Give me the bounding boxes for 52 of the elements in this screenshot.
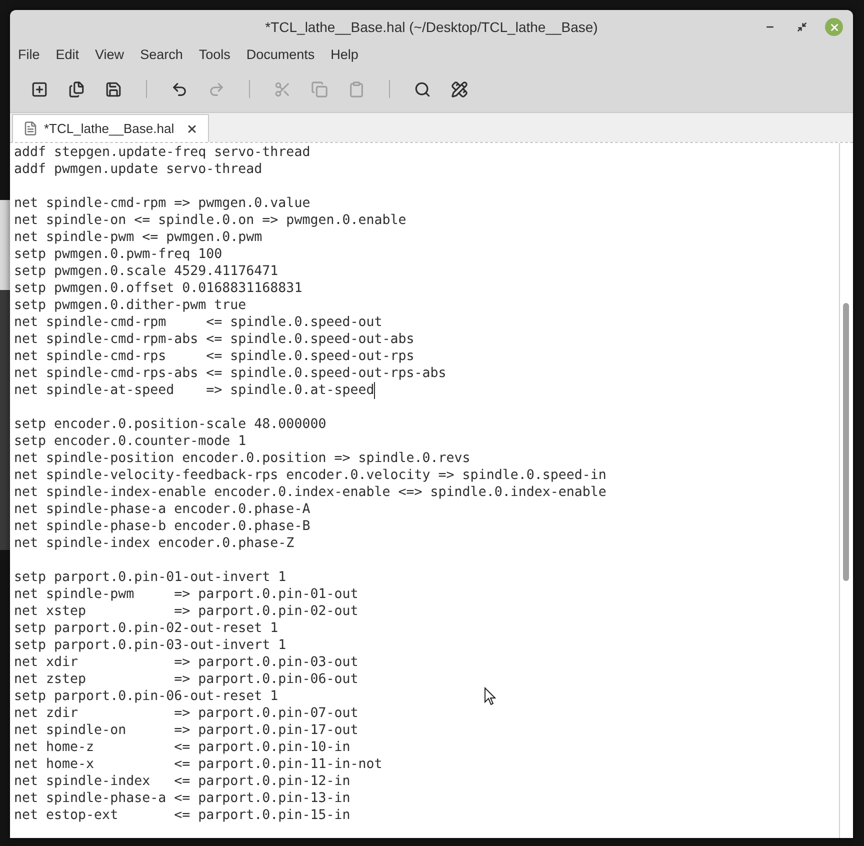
- code-line: setp pwmgen.0.offset 0.0168831168831: [14, 280, 302, 297]
- code-line: net spindle-index <= parport.0.pin-12-in: [14, 773, 350, 790]
- code-line: addf pwmgen.update servo-thread: [14, 161, 262, 178]
- code-line: net xdir => parport.0.pin-03-out: [14, 654, 358, 671]
- menu-item[interactable]: Tools: [194, 44, 234, 66]
- code-line: setp pwmgen.0.scale 4529.41176471: [14, 263, 278, 280]
- code-line: net spindle-on <= spindle.0.on => pwmgen.0.enable: [14, 212, 406, 229]
- code-line: setp encoder.0.counter-mode 1: [14, 433, 246, 450]
- menu-item[interactable]: Documents: [242, 44, 319, 66]
- window-title: *TCL_lathe__Base.hal (~/Desktop/TCL_lathe__Base): [265, 18, 598, 37]
- menu-item[interactable]: Help: [326, 44, 362, 66]
- restore-icon: [797, 22, 807, 32]
- code-line: net spindle-cmd-rpm-abs <= spindle.0.speed-out-abs: [14, 331, 414, 348]
- code-line: net spindle-cmd-rps <= spindle.0.speed-out-rps: [14, 348, 414, 365]
- code-line: setp parport.0.pin-06-out-reset 1: [14, 688, 278, 705]
- code-line: net spindle-velocity-feedback-rps encoder.0.velocity => spindle.0.speed-in: [14, 467, 606, 484]
- code-line: net xstep => parport.0.pin-02-out: [14, 603, 358, 620]
- close-icon: [828, 22, 840, 32]
- menu-item[interactable]: Search: [136, 44, 187, 66]
- code-line: net spindle-on => parport.0.pin-17-out: [14, 722, 358, 739]
- close-tab-icon: [186, 122, 198, 134]
- code-line: net spindle-pwm => parport.0.pin-01-out: [14, 586, 358, 603]
- code-line: net spindle-phase-a encoder.0.phase-A: [14, 501, 310, 518]
- code-line: net spindle-position encoder.0.position => spindle.0.revs: [14, 450, 470, 467]
- code-line: setp encoder.0.position-scale 48.000000: [14, 416, 326, 433]
- code-line: setp parport.0.pin-01-out-invert 1: [14, 569, 286, 586]
- menu-item[interactable]: View: [91, 44, 128, 66]
- code-line: net estop-ext <= parport.0.pin-15-in: [14, 807, 350, 824]
- code-line: net spindle-phase-a <= parport.0.pin-13-in: [14, 790, 350, 807]
- code-line: addf stepgen.update-freq servo-thread: [14, 144, 310, 161]
- code-line: net zstep => parport.0.pin-06-out: [14, 671, 358, 688]
- code-line: net zdir => parport.0.pin-07-out: [14, 705, 358, 722]
- code-line: net spindle-cmd-rpm => pwmgen.0.value: [14, 195, 310, 212]
- code-line: net spindle-cmd-rpm <= spindle.0.speed-out: [14, 314, 382, 331]
- code-line: net home-x <= parport.0.pin-11-in-not: [14, 756, 382, 773]
- code-line: setp pwmgen.0.dither-pwm true: [14, 297, 246, 314]
- code-line: net spindle-index-enable encoder.0.index-enable <=> spindle.0.index-enable: [14, 484, 606, 501]
- scrollbar-thumb[interactable]: [843, 303, 849, 581]
- code-line: net home-z <= parport.0.pin-10-in: [14, 739, 350, 756]
- code-line: net spindle-at-speed => spindle.0.at-speed: [14, 382, 374, 399]
- code-line: setp pwmgen.0.pwm-freq 100: [14, 246, 222, 263]
- document-tab[interactable]: *TCL_lathe__Base.hal: [12, 114, 210, 142]
- document-icon: [23, 121, 38, 136]
- menu-item[interactable]: File: [14, 44, 44, 66]
- code-line: net spindle-index encoder.0.phase-Z: [14, 535, 294, 552]
- code-line: net spindle-cmd-rps-abs <= spindle.0.speed-out-rps-abs: [14, 365, 446, 382]
- code-line: setp parport.0.pin-02-out-reset 1: [14, 620, 278, 637]
- code-line: net spindle-pwm <= pwmgen.0.pwm: [14, 229, 262, 246]
- code-line: net spindle-phase-b encoder.0.phase-B: [14, 518, 310, 535]
- code-line: setp parport.0.pin-03-out-invert 1: [14, 637, 286, 654]
- menu-item[interactable]: Edit: [52, 44, 84, 66]
- mouse-pointer-icon: [484, 687, 496, 706]
